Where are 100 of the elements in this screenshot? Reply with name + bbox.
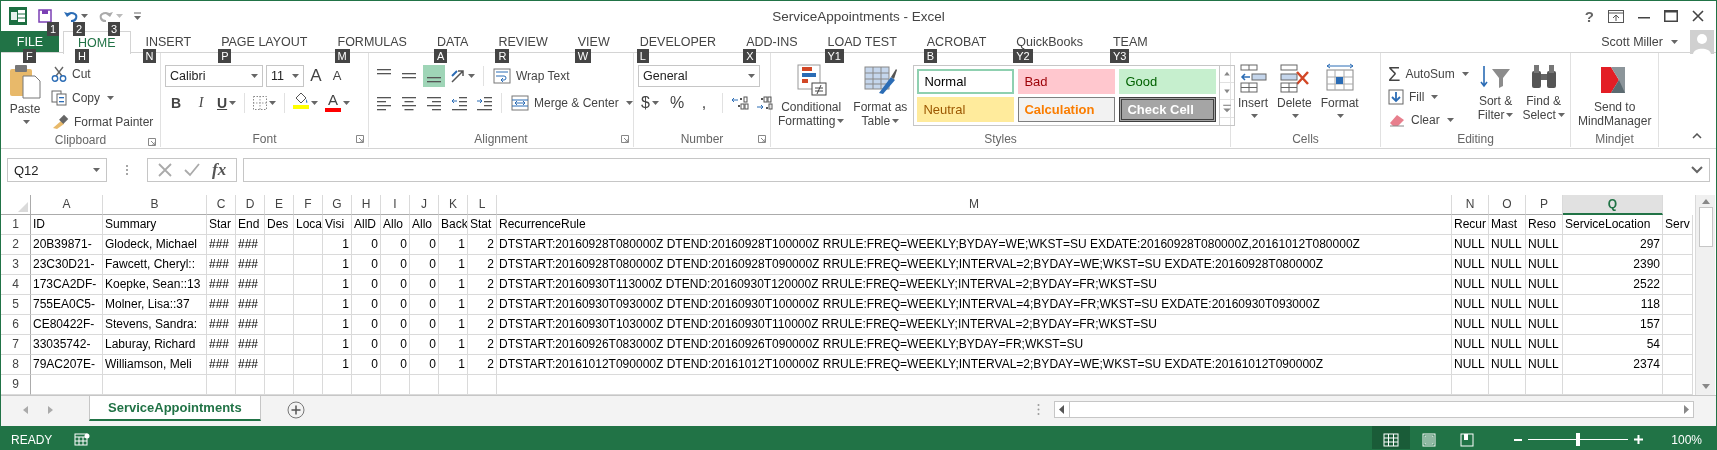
wrap-text-button[interactable]: Wrap Text <box>490 64 573 87</box>
insert-button[interactable]: Insert <box>1235 63 1271 129</box>
clear-button[interactable]: Clear <box>1385 109 1472 131</box>
horizontal-scrollbar[interactable] <box>1054 401 1694 418</box>
launcher-icon[interactable] <box>758 135 766 143</box>
sum-button[interactable]: Σ AutoSum <box>1385 63 1472 85</box>
column-header[interactable]: B <box>103 195 207 215</box>
column-header[interactable]: A <box>31 195 103 215</box>
column-header[interactable]: O <box>1489 195 1526 215</box>
paste-button[interactable]: Paste <box>5 63 45 129</box>
underline-button[interactable]: U <box>215 91 239 114</box>
cell-style-button[interactable]: Normal <box>917 69 1015 94</box>
scroll-up-icon[interactable] <box>1700 197 1711 205</box>
formula-input[interactable] <box>243 158 1710 182</box>
cell-style-button[interactable]: Bad <box>1018 69 1116 94</box>
ribbon-tab[interactable]: QuickBooks <box>1001 31 1098 52</box>
zoom-level[interactable]: 100% <box>1671 432 1702 447</box>
customize-icon[interactable] <box>133 12 142 20</box>
sort-button[interactable]: Sort & Filter <box>1474 63 1517 129</box>
user-name[interactable]: Scott Miller <box>1601 34 1678 49</box>
cell-style-button[interactable]: Neutral <box>917 97 1015 122</box>
align-bottom-button[interactable] <box>423 64 445 87</box>
italic-button[interactable]: I <box>190 91 212 114</box>
row-header[interactable]: 3 <box>1 255 31 275</box>
shrink-font-button[interactable]: A <box>328 64 346 87</box>
row-header[interactable]: 4 <box>1 275 31 295</box>
row-header[interactable]: 5 <box>1 295 31 315</box>
format-painter-button[interactable]: Format Painter <box>48 111 157 133</box>
ribbon-tab[interactable]: TEAM <box>1097 31 1163 52</box>
merge-center-button[interactable]: Merge & Center <box>508 91 636 114</box>
ribbon-tab[interactable]: PAGE LAYOUT <box>206 31 323 52</box>
number-format-button[interactable]: $ <box>638 91 662 114</box>
name-box[interactable]: Q12 <box>7 158 107 182</box>
column-header[interactable]: L <box>468 195 497 215</box>
column-header[interactable]: I <box>381 195 410 215</box>
launcher-icon[interactable] <box>621 135 629 143</box>
ribbon-tab[interactable]: INSERT <box>130 31 207 52</box>
normal-view-button[interactable] <box>1372 426 1411 449</box>
column-header[interactable]: D <box>236 195 265 215</box>
zoom-in-icon[interactable] <box>1634 435 1644 444</box>
ribbon-tab[interactable]: DATA <box>421 31 484 52</box>
column-header[interactable]: N <box>1452 195 1489 215</box>
help-button[interactable]: ? <box>1584 7 1594 25</box>
find-button[interactable]: Find & Select <box>1519 63 1568 129</box>
font-name-field[interactable]: Calibri <box>165 64 263 87</box>
column-header[interactable]: J <box>410 195 439 215</box>
table-cell: 0 <box>352 255 381 275</box>
launcher-icon[interactable] <box>356 135 364 143</box>
column-header[interactable]: K <box>439 195 468 215</box>
launcher-icon[interactable] <box>148 138 156 146</box>
delete-button[interactable]: Delete <box>1274 63 1315 129</box>
ribbon-tab[interactable]: DEVELOPER <box>624 31 732 52</box>
expand-icon[interactable] <box>1691 166 1703 174</box>
mindmanager-button[interactable]: Send to MindManager <box>1575 63 1655 129</box>
column-header[interactable]: E <box>265 195 294 215</box>
fill-down-button[interactable]: Fill <box>1385 86 1472 108</box>
row-header[interactable]: 8 <box>1 355 31 375</box>
column-header[interactable]: C <box>207 195 236 215</box>
column-header[interactable]: H <box>352 195 381 215</box>
ribbon-tab[interactable]: ADD-INS <box>731 31 813 52</box>
row-header[interactable]: 7 <box>1 335 31 355</box>
zoom-slider-thumb[interactable] <box>1576 433 1581 446</box>
collapse-ribbon-icon[interactable] <box>1692 133 1702 139</box>
conditional-button[interactable]: Conditional Formatting <box>775 63 848 129</box>
check-icon[interactable] <box>184 163 200 177</box>
row-header[interactable]: 1 <box>1 215 31 235</box>
number-format-button[interactable]: , <box>692 91 716 114</box>
copy-button[interactable]: Copy <box>48 87 157 109</box>
format-button[interactable]: Format <box>1317 63 1362 129</box>
font-size-field[interactable]: 11 <box>266 64 304 87</box>
ribbon-display-icon[interactable] <box>1608 9 1624 23</box>
column-header[interactable]: G <box>323 195 352 215</box>
table-button[interactable]: Format as Table <box>850 63 911 129</box>
ribbon-tab[interactable]: REVIEW <box>483 31 563 52</box>
row-header[interactable]: 2 <box>1 235 31 255</box>
scroll-down-icon[interactable] <box>1700 383 1711 391</box>
column-header[interactable]: M <box>497 195 1452 215</box>
ribbon-tab[interactable]: FORMULAS <box>322 31 422 52</box>
column-header[interactable]: Q <box>1563 195 1663 215</box>
grow-font-button[interactable]: A <box>307 64 325 87</box>
font-color-button[interactable]: A <box>323 91 353 114</box>
insert-function-button[interactable]: fx <box>212 160 227 180</box>
column-header[interactable]: F <box>294 195 323 215</box>
ribbon-tab[interactable]: VIEW <box>562 31 625 52</box>
number-format-field[interactable]: General <box>638 64 760 87</box>
cut-button[interactable]: Cut <box>48 63 157 85</box>
sheet-tab[interactable]: ServiceAppointments <box>89 396 261 421</box>
bold-button[interactable]: B <box>165 91 187 114</box>
add-sheet-icon[interactable] <box>286 401 305 419</box>
row-header[interactable]: 6 <box>1 315 31 335</box>
close-icon[interactable] <box>1692 10 1704 22</box>
ribbon-tab[interactable]: LOAD TEST <box>812 31 912 52</box>
ribbon-tab[interactable]: ACROBAT <box>911 31 1002 52</box>
maximize-icon[interactable] <box>1664 10 1678 22</box>
save-button[interactable] <box>37 8 53 24</box>
vertical-scrollbar[interactable] <box>1695 195 1715 395</box>
scroll-thumb[interactable] <box>1698 207 1713 247</box>
cell-style-button[interactable]: Good <box>1119 69 1217 94</box>
macro-record-icon[interactable] <box>74 432 91 447</box>
number-format-button[interactable]: % <box>665 91 689 114</box>
